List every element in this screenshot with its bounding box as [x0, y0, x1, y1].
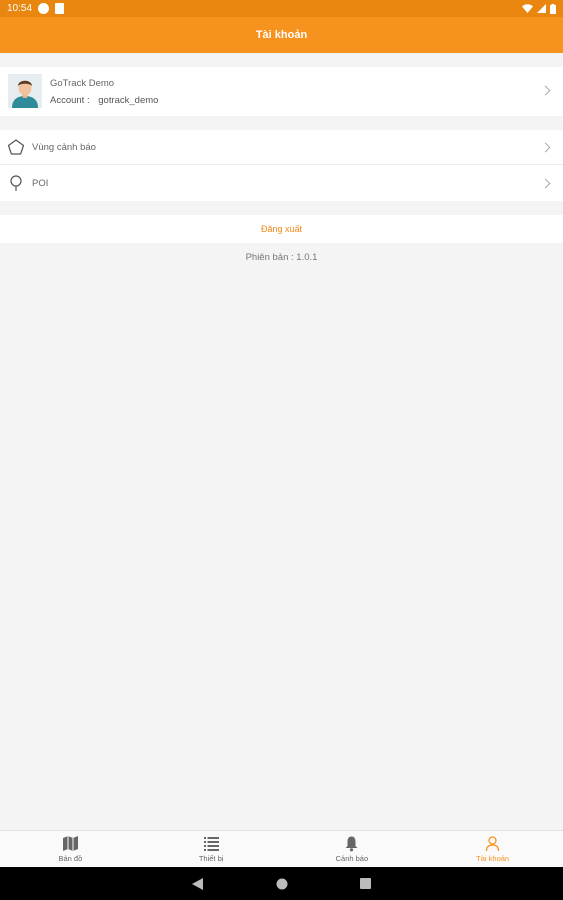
recents-square-icon	[360, 878, 371, 889]
profile-card[interactable]: GoTrack Demo Account : gotrack_demo	[0, 67, 563, 116]
bell-icon	[345, 836, 358, 852]
profile-name: GoTrack Demo	[50, 78, 115, 89]
nav-tab-alerts[interactable]: Cảnh báo	[282, 831, 423, 867]
nav-tab-label: Thiết bị	[198, 854, 224, 863]
profile-account: Account : gotrack_demo	[50, 95, 158, 106]
menu-item-poi[interactable]: POI	[0, 166, 563, 201]
menu-item-label: POI	[32, 178, 49, 189]
chevron-right-icon	[540, 85, 551, 96]
user-avatar	[8, 74, 42, 108]
version-text: Phiên bản : 1.0.1	[245, 252, 318, 263]
bottom-nav: Bản đồ Thiết bị Cảnh báo Tài khoản	[0, 830, 563, 867]
list-icon	[203, 837, 219, 851]
menu-item-alert-zone[interactable]: Vùng cảnh báo	[0, 130, 563, 165]
nav-tab-account[interactable]: Tài khoản	[422, 831, 563, 867]
avatar-icon	[8, 74, 42, 108]
nav-tab-label: Tài khoản	[476, 854, 510, 863]
menu-item-label: Vùng cảnh báo	[32, 142, 96, 153]
location-pin-icon	[10, 175, 22, 191]
recents-button[interactable]	[359, 877, 373, 891]
home-circle-icon	[276, 878, 287, 889]
app-notification-icon	[38, 3, 50, 14]
pentagon-icon	[7, 139, 25, 155]
status-bar-left: 10:54	[7, 3, 65, 14]
system-nav-bar	[0, 867, 563, 900]
page-title: Tài khoản	[255, 29, 308, 41]
nav-tab-label: Cảnh báo	[335, 854, 369, 863]
back-triangle-icon	[192, 877, 203, 890]
back-button[interactable]	[191, 877, 205, 891]
nav-tab-label: Bản đồ	[58, 854, 83, 863]
account-label: Account :	[50, 95, 90, 106]
chevron-right-icon	[540, 142, 551, 153]
wifi-icon	[522, 4, 533, 13]
map-icon	[62, 836, 78, 851]
nav-tab-map[interactable]: Bản đồ	[0, 831, 141, 867]
signal-icon	[537, 4, 546, 13]
menu-card: Vùng cảnh báo POI	[0, 130, 563, 201]
account-value: gotrack_demo	[98, 95, 159, 106]
nav-tab-devices[interactable]: Thiết bị	[141, 831, 282, 867]
status-bar-right	[522, 3, 556, 14]
battery-icon	[550, 3, 556, 14]
sd-card-icon	[55, 3, 65, 14]
status-time: 10:54	[7, 3, 33, 14]
logout-label: Đăng xuất	[260, 224, 303, 234]
person-icon	[485, 836, 500, 852]
chevron-right-icon	[540, 178, 551, 189]
status-bar: 10:54	[0, 0, 563, 17]
app-bar: Tài khoản	[0, 17, 563, 53]
logout-button[interactable]: Đăng xuất	[0, 215, 563, 243]
home-button[interactable]	[275, 877, 289, 891]
